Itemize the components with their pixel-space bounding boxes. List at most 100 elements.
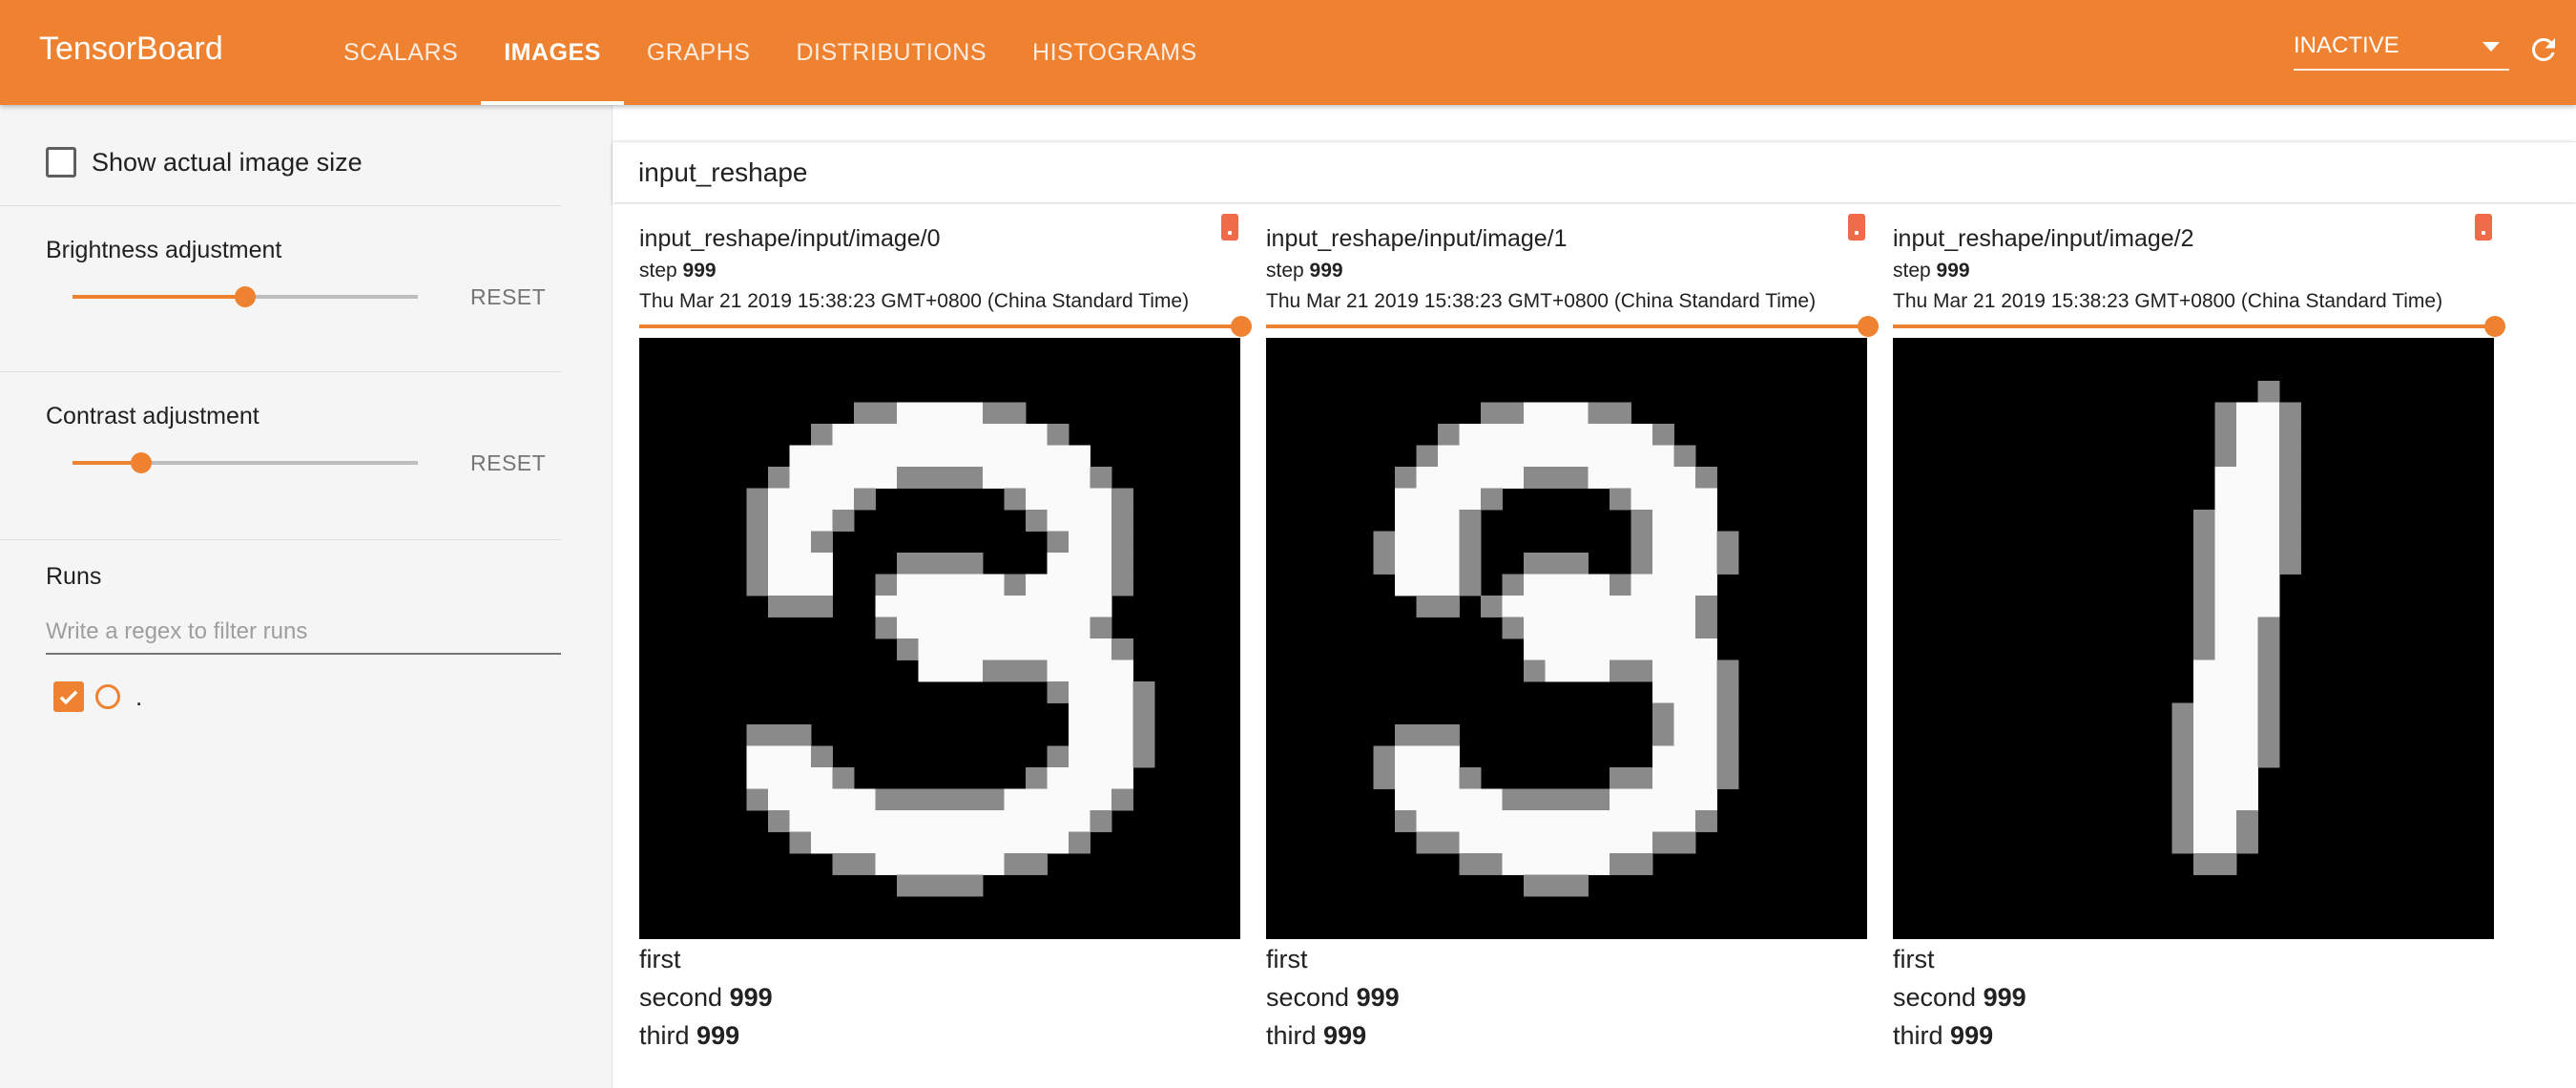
image-pixel <box>746 531 769 554</box>
image-pixel <box>1695 745 1717 768</box>
tab-graphs[interactable]: GRAPHS <box>624 0 774 105</box>
image-pixel <box>811 445 833 468</box>
image-card: input_reshape/input/image/2 step 999 Thu… <box>1893 204 2505 1082</box>
image-pixel <box>746 767 769 789</box>
image-pixel <box>1652 574 1674 596</box>
dropdown-value: INACTIVE <box>2294 32 2399 58</box>
image-pixel <box>2236 788 2258 811</box>
run-filter-input[interactable]: Write a regex to filter runs <box>46 611 561 655</box>
image-pixel <box>1026 510 1048 532</box>
image-pixel <box>854 488 876 511</box>
image-pixel <box>1132 745 1155 768</box>
image-pixel <box>1567 617 1589 639</box>
image-pixel <box>1695 767 1717 789</box>
image-pixel <box>854 467 876 489</box>
step-slider[interactable] <box>639 315 1252 338</box>
slider-knob[interactable] <box>131 452 153 473</box>
image-pixel <box>1090 574 1112 596</box>
image-pixel <box>1673 617 1696 639</box>
image-pixel <box>1524 638 1546 660</box>
image-pixel <box>768 531 790 554</box>
caption-third-label: third <box>639 1021 690 1050</box>
image-pixel <box>2257 488 2280 511</box>
reload-button[interactable] <box>2526 32 2561 67</box>
run-color-radio[interactable] <box>95 684 120 709</box>
image-pixel <box>2236 488 2258 511</box>
image-pixel <box>1673 745 1696 768</box>
image-pixel <box>1111 702 1133 725</box>
contrast-reset-button[interactable]: RESET <box>470 450 546 476</box>
image-pixel <box>918 445 941 468</box>
image-pixel <box>1026 788 1048 811</box>
image-pixel <box>1567 659 1589 682</box>
contrast-slider[interactable] <box>73 449 418 477</box>
card-menu-button[interactable] <box>1848 214 1865 241</box>
image-pixel <box>1631 424 1653 446</box>
image-pixel <box>1026 574 1048 596</box>
image-pixel <box>2214 510 2237 532</box>
image-pixel <box>1416 596 1439 617</box>
image-pixel <box>918 467 941 489</box>
image-pixel <box>746 788 769 811</box>
tab-histograms[interactable]: HISTOGRAMS <box>1009 0 1220 105</box>
slider-knob[interactable] <box>1231 316 1252 337</box>
image-pixel <box>897 596 919 617</box>
image-pixel <box>1069 810 1091 832</box>
image-pixel <box>1111 724 1133 746</box>
image-pixel <box>746 724 769 746</box>
card-menu-button[interactable] <box>1221 214 1238 241</box>
brightness-reset-button[interactable]: RESET <box>470 284 546 310</box>
step-slider[interactable] <box>1266 315 1879 338</box>
tag-group-header[interactable]: input_reshape <box>613 141 2576 202</box>
image-pixel <box>2236 402 2258 425</box>
image-pixel <box>897 553 919 575</box>
image-pixel <box>2214 402 2237 425</box>
inactive-dashboards-dropdown[interactable]: INACTIVE <box>2294 29 2509 71</box>
image-pixel <box>789 553 812 575</box>
slider-knob[interactable] <box>2484 316 2505 337</box>
image-pixel <box>875 810 898 832</box>
image-pixel <box>2214 810 2237 832</box>
image-pixel <box>1004 488 1027 511</box>
image-pixel <box>2171 831 2194 854</box>
checkbox-box[interactable] <box>46 147 76 178</box>
step-slider[interactable] <box>1893 315 2505 338</box>
image-pixel <box>1481 788 1503 811</box>
image-pixel <box>1610 831 1631 854</box>
image-pixel <box>1610 596 1631 617</box>
image-pixel <box>2236 659 2258 682</box>
image-pixel <box>832 767 855 789</box>
image-pixel <box>897 788 919 811</box>
image-pixel <box>811 424 833 446</box>
image-pixel <box>1069 659 1091 682</box>
image-pixel <box>897 445 919 468</box>
image-pixel <box>1652 831 1674 854</box>
image-pixel <box>2214 659 2237 682</box>
tab-scalars[interactable]: SCALARS <box>321 0 481 105</box>
tab-distributions[interactable]: DISTRIBUTIONS <box>773 0 1009 105</box>
app-title: TensorBoard <box>39 31 223 67</box>
image-pixel <box>1416 553 1439 575</box>
image-pixel <box>1545 638 1568 660</box>
tab-images[interactable]: IMAGES <box>481 0 624 105</box>
image-pixel <box>1111 767 1133 789</box>
image-card: input_reshape/input/image/0 step 999 Thu… <box>639 204 1252 1082</box>
slider-knob[interactable] <box>235 286 256 307</box>
image-pixel <box>1610 659 1631 682</box>
image-pixel <box>2236 638 2258 660</box>
image-pixel <box>832 853 855 875</box>
image-pixel <box>1588 788 1610 811</box>
image-pixel <box>1004 445 1027 468</box>
image-pixel <box>2257 702 2280 725</box>
card-menu-button[interactable] <box>2475 214 2492 241</box>
image-pixel <box>832 445 855 468</box>
brightness-slider[interactable] <box>73 282 418 311</box>
image-pixel <box>2171 702 2194 725</box>
slider-knob[interactable] <box>1858 316 1879 337</box>
run-checkbox[interactable] <box>53 681 84 712</box>
show-actual-size-checkbox[interactable]: Show actual image size <box>46 147 363 178</box>
image-pixel <box>2214 596 2237 617</box>
image-pixel <box>1673 488 1696 511</box>
image-pixel <box>2171 745 2194 768</box>
image-pixel <box>2279 424 2301 446</box>
